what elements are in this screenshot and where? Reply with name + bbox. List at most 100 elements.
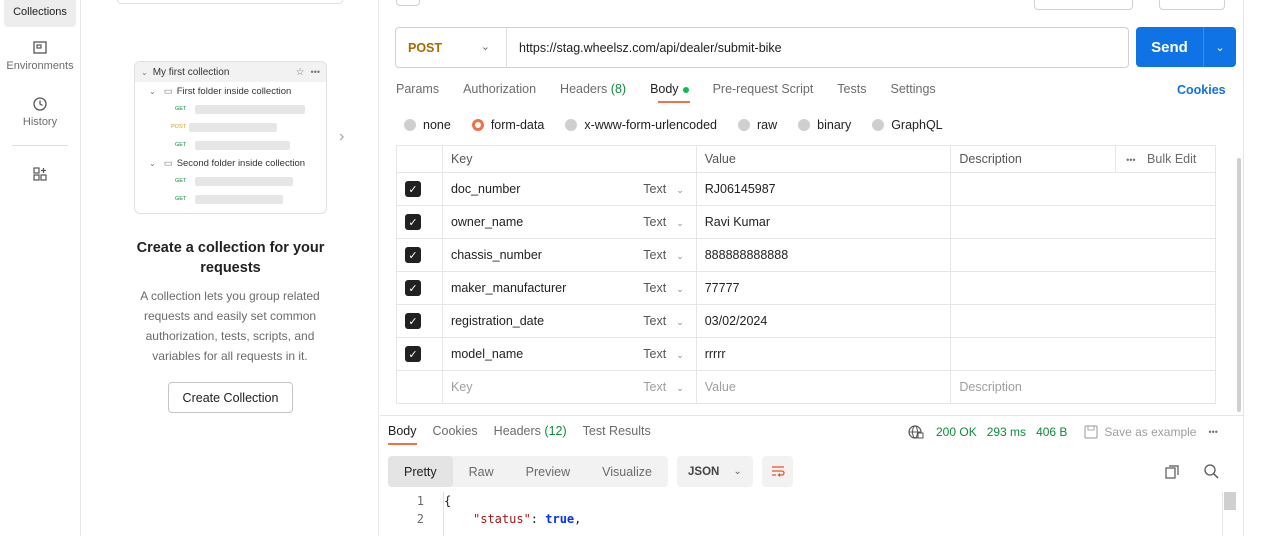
active-tab-underline <box>388 443 417 445</box>
row-key[interactable]: doc_number <box>441 172 636 206</box>
toolbar-button-partial[interactable] <box>396 0 420 6</box>
request-tabs: Params Authorization Headers (8) Body Pr… <box>396 82 960 102</box>
globe-icon[interactable] <box>908 424 924 440</box>
row-type-select[interactable]: Text ⌄ <box>635 172 697 206</box>
radio-button[interactable] <box>798 119 811 131</box>
response-time[interactable]: 293 ms <box>987 425 1026 439</box>
sidebar-item-apps[interactable] <box>4 166 76 186</box>
row-type-select[interactable]: Text ⌄ <box>635 337 697 371</box>
row-type-select[interactable]: Text ⌄ <box>635 205 697 239</box>
save-button-partial[interactable] <box>1034 0 1133 10</box>
row-description[interactable] <box>950 337 1216 371</box>
radio-graphql[interactable]: GraphQL <box>872 118 943 132</box>
bulk-edit-link[interactable]: Bulk Edit <box>1147 152 1196 166</box>
row-value[interactable]: 77777 <box>695 271 952 305</box>
row-type-select[interactable]: Text ⌄ <box>635 304 697 338</box>
chevron-down-icon[interactable]: ⌄ <box>1204 41 1236 54</box>
row-value[interactable]: 888888888888 <box>695 238 952 272</box>
response-divider[interactable] <box>380 415 1244 416</box>
radio-button[interactable] <box>738 119 750 131</box>
tab-response-headers[interactable]: Headers (12) <box>494 424 567 438</box>
share-button-partial[interactable] <box>1159 0 1225 10</box>
row-checkbox[interactable]: ✓ <box>405 313 421 329</box>
row-value[interactable]: RJ06145987 <box>695 172 952 206</box>
illus-method: POST <box>171 124 186 130</box>
sidebar-item-collections[interactable]: Collections <box>4 0 76 27</box>
row-key[interactable]: registration_date <box>441 304 636 338</box>
row-description[interactable] <box>950 304 1216 338</box>
tab-params[interactable]: Params <box>396 82 439 102</box>
radio-none[interactable]: none <box>404 118 451 132</box>
sidebar-item-environments[interactable]: Environments <box>4 40 76 80</box>
tab-response-cookies[interactable]: Cookies <box>433 424 478 438</box>
response-body-viewer[interactable]: 1 { 2 "status": true, <box>380 492 1236 536</box>
json-value: true <box>545 512 575 526</box>
radio-raw[interactable]: raw <box>738 118 777 132</box>
row-key[interactable]: chassis_number <box>441 238 636 272</box>
row-type-select[interactable]: Text ⌄ <box>635 238 697 272</box>
tab-pretty[interactable]: Pretty <box>388 456 453 487</box>
tab-preview[interactable]: Preview <box>510 456 586 487</box>
row-description[interactable] <box>950 271 1216 305</box>
tab-authorization[interactable]: Authorization <box>463 82 536 102</box>
row-type-select[interactable]: Text ⌄ <box>635 271 697 305</box>
row-key[interactable]: model_name <box>441 337 636 371</box>
row-description[interactable] <box>950 238 1216 272</box>
table-scrollbar[interactable] <box>1237 158 1241 412</box>
radio-x-www-form-urlencoded[interactable]: x-www-form-urlencoded <box>565 118 717 132</box>
scroll-thumb[interactable] <box>1224 492 1236 510</box>
radio-form-data[interactable]: form-data <box>471 118 544 132</box>
radio-button[interactable] <box>872 119 885 131</box>
illus-collection-name: My first collection <box>152 66 230 78</box>
row-checkbox[interactable]: ✓ <box>405 247 421 263</box>
tab-test-results[interactable]: Test Results <box>583 424 651 438</box>
tab-raw[interactable]: Raw <box>453 456 510 487</box>
row-key[interactable]: maker_manufacturer <box>441 271 636 305</box>
tab-label: Headers <box>493 424 541 438</box>
row-description[interactable] <box>950 205 1216 239</box>
tab-response-body[interactable]: Body <box>388 424 417 438</box>
tab-tests[interactable]: Tests <box>837 82 866 102</box>
radio-button[interactable] <box>404 119 416 131</box>
chevron-right-icon[interactable]: › <box>339 128 344 146</box>
tab-headers[interactable]: Headers (8) <box>560 82 626 102</box>
radio-binary[interactable]: binary <box>798 118 851 132</box>
cookies-link[interactable]: Cookies <box>1177 83 1226 97</box>
tab-pre-request-script[interactable]: Pre-request Script <box>713 82 814 102</box>
radio-button[interactable] <box>565 119 578 131</box>
wrap-lines-button[interactable] <box>762 456 793 487</box>
format-select[interactable]: JSON ⌄ <box>677 456 753 487</box>
tab-label: Params <box>396 82 440 96</box>
row-checkbox[interactable]: ✓ <box>405 346 421 362</box>
copy-icon[interactable] <box>1164 464 1180 480</box>
row-checkbox[interactable]: ✓ <box>405 280 421 296</box>
sidebar-item-history[interactable]: History <box>4 96 76 136</box>
send-button[interactable]: Send ⌄ <box>1136 27 1236 67</box>
status-code[interactable]: 200 OK <box>936 425 977 439</box>
save-as-example-button[interactable]: Save as example <box>1104 425 1196 439</box>
radio-button[interactable] <box>471 119 484 131</box>
new-type-select[interactable]: Text ⌄ <box>635 370 697 404</box>
tab-body[interactable]: Body <box>650 82 689 102</box>
row-key[interactable]: owner_name <box>441 205 636 239</box>
new-key-input[interactable]: Key <box>441 370 636 404</box>
row-description[interactable] <box>950 172 1216 206</box>
code-scrollbar[interactable] <box>1222 492 1236 536</box>
more-icon[interactable]: ••• <box>1126 155 1135 165</box>
new-value-input[interactable]: Value <box>695 370 952 404</box>
method-select[interactable]: POST ⌄ <box>396 28 507 67</box>
tab-settings[interactable]: Settings <box>890 82 935 102</box>
url-input[interactable]: https://stag.wheelsz.com/api/dealer/subm… <box>507 41 782 55</box>
create-collection-button[interactable]: Create Collection <box>168 382 293 413</box>
chevron-down-icon: ⌄ <box>141 67 148 77</box>
row-checkbox[interactable]: ✓ <box>405 214 421 230</box>
row-checkbox[interactable]: ✓ <box>405 181 421 197</box>
response-size[interactable]: 406 B <box>1036 425 1067 439</box>
new-description-input[interactable]: Description <box>950 370 1216 404</box>
row-value[interactable]: rrrrr <box>695 337 952 371</box>
row-value[interactable]: Ravi Kumar <box>695 205 952 239</box>
more-icon[interactable]: ••• <box>1208 427 1217 437</box>
row-value[interactable]: 03/02/2024 <box>695 304 952 338</box>
search-icon[interactable] <box>1203 463 1220 480</box>
tab-visualize[interactable]: Visualize <box>586 456 668 487</box>
